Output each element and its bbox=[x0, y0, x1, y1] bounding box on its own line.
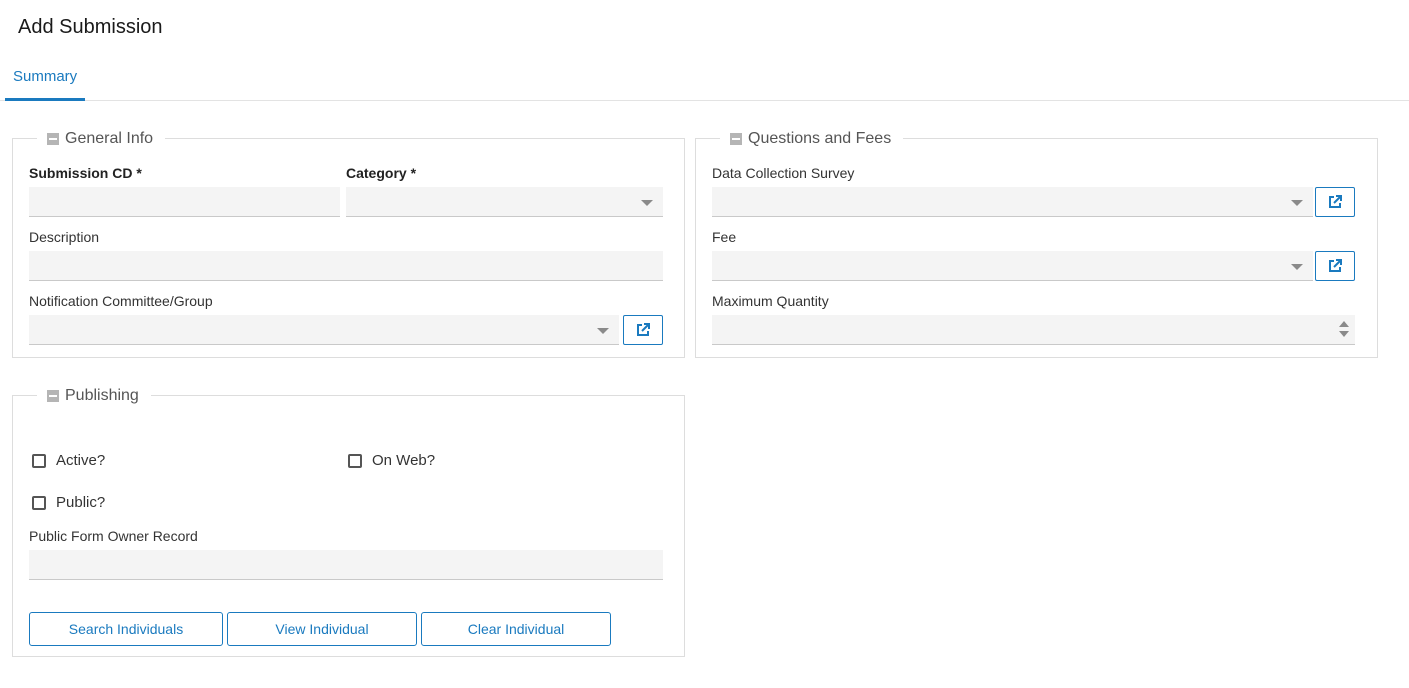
checkbox-icon[interactable] bbox=[348, 453, 362, 468]
publishing-panel: Publishing Active? On Web? Public? Publi… bbox=[12, 386, 685, 657]
fee-open-button[interactable] bbox=[1315, 251, 1355, 281]
public-checkbox[interactable]: Public? bbox=[32, 494, 105, 511]
public-label: Public? bbox=[56, 494, 106, 511]
max-quantity-input[interactable] bbox=[712, 315, 1355, 345]
chevron-down-icon bbox=[1291, 200, 1303, 206]
collapse-icon[interactable] bbox=[47, 390, 59, 402]
fee-label: Fee bbox=[712, 229, 737, 245]
general-info-legend: General Info bbox=[37, 129, 166, 149]
general-info-panel: General Info Submission CD * Category * … bbox=[12, 129, 685, 358]
submission-cd-input[interactable] bbox=[29, 187, 340, 217]
spinner-icon[interactable] bbox=[1339, 321, 1349, 339]
collapse-icon[interactable] bbox=[730, 133, 742, 145]
tab-bar: Summary bbox=[0, 60, 1409, 101]
on-web-label: On Web? bbox=[372, 452, 436, 469]
tab-summary[interactable]: Summary bbox=[5, 60, 85, 101]
notification-open-button[interactable] bbox=[623, 315, 663, 345]
clear-individual-button[interactable]: Clear Individual bbox=[421, 612, 611, 646]
general-info-title: General Info bbox=[65, 130, 154, 147]
chevron-down-icon bbox=[641, 200, 653, 206]
notification-label: Notification Committee/Group bbox=[29, 293, 213, 309]
search-individuals-button[interactable]: Search Individuals bbox=[29, 612, 223, 646]
max-quantity-label: Maximum Quantity bbox=[712, 293, 829, 309]
external-link-icon bbox=[637, 323, 650, 336]
view-individual-button[interactable]: View Individual bbox=[227, 612, 417, 646]
survey-select[interactable] bbox=[712, 187, 1313, 217]
description-input[interactable] bbox=[29, 251, 663, 281]
category-select[interactable] bbox=[346, 187, 663, 217]
external-link-icon bbox=[1329, 259, 1342, 272]
survey-label: Data Collection Survey bbox=[712, 165, 855, 181]
collapse-icon[interactable] bbox=[47, 133, 59, 145]
checkbox-icon[interactable] bbox=[32, 453, 46, 468]
publishing-legend: Publishing bbox=[37, 386, 151, 406]
questions-fees-panel: Questions and Fees Data Collection Surve… bbox=[695, 129, 1378, 358]
page-title: Add Submission bbox=[18, 16, 163, 38]
questions-fees-title: Questions and Fees bbox=[748, 130, 892, 147]
category-label: Category * bbox=[346, 165, 417, 181]
survey-open-button[interactable] bbox=[1315, 187, 1355, 217]
notification-select[interactable] bbox=[29, 315, 619, 345]
external-link-icon bbox=[1329, 195, 1342, 208]
publishing-title: Publishing bbox=[65, 387, 139, 404]
questions-fees-legend: Questions and Fees bbox=[720, 129, 904, 149]
on-web-checkbox[interactable]: On Web? bbox=[348, 452, 435, 469]
fee-select[interactable] bbox=[712, 251, 1313, 281]
chevron-down-icon bbox=[1291, 264, 1303, 270]
owner-record-label: Public Form Owner Record bbox=[29, 528, 198, 544]
checkbox-icon[interactable] bbox=[32, 495, 46, 510]
chevron-down-icon bbox=[597, 328, 609, 334]
submission-cd-label: Submission CD * bbox=[29, 165, 142, 181]
owner-record-input[interactable] bbox=[29, 550, 663, 580]
active-checkbox[interactable]: Active? bbox=[32, 452, 105, 469]
active-label: Active? bbox=[56, 452, 106, 469]
description-label: Description bbox=[29, 229, 100, 245]
